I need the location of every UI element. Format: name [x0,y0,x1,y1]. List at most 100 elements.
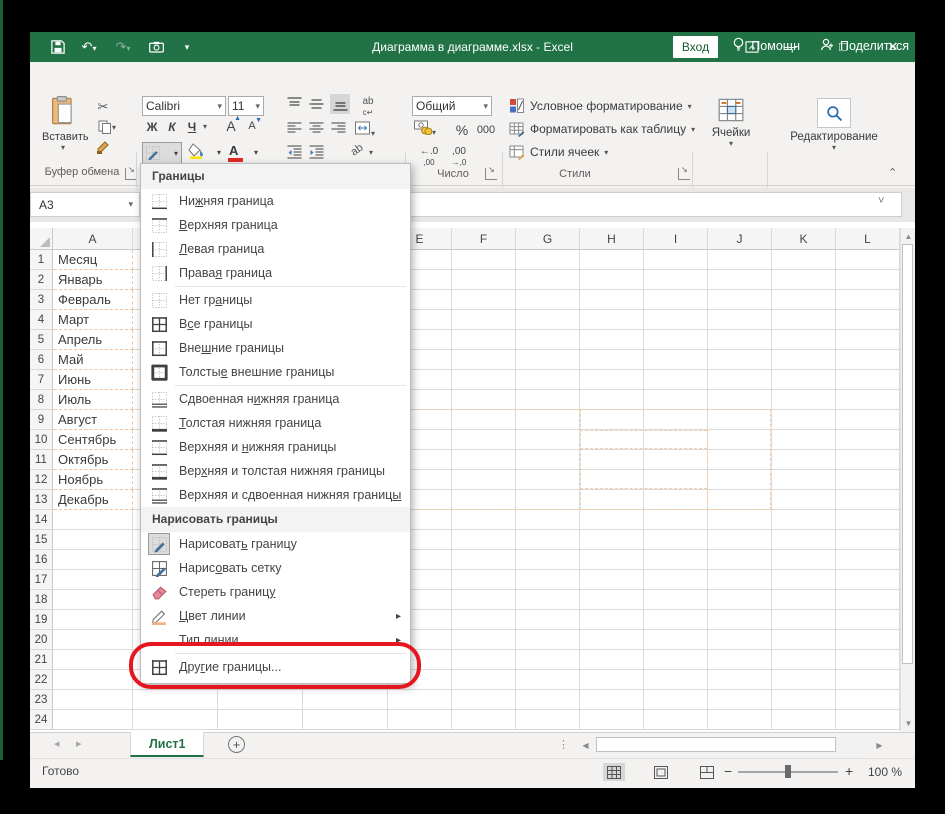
menu-item-border-outside[interactable]: Внешние границы [141,336,410,360]
cell-A11[interactable]: Октябрь [54,450,133,470]
sheet-nav-left-icon[interactable]: ◂ [54,737,60,750]
menu-item-draw-grid[interactable]: Нарисовать сетку [141,556,410,580]
menu-item-border-none[interactable]: Нет границы [141,288,410,312]
menu-item-border-double-bottom[interactable]: Сдвоенная нижняя граница [141,387,410,411]
select-all-corner[interactable] [30,228,53,250]
cell-A1[interactable]: Месяц [54,250,133,270]
increase-decimal-button[interactable]: ←.0,00 [416,146,442,168]
menu-item-border-left[interactable]: Левая граница [141,237,410,261]
accounting-format-button[interactable]: ▾ [414,120,448,140]
zoom-in-button[interactable]: + [845,763,853,779]
menu-item-line-color[interactable]: Цвет линии▸ [141,604,410,628]
cell-styles-button[interactable]: Стили ячеек▾ [509,144,608,160]
row-header-23[interactable]: 23 [30,690,53,710]
cell-A2[interactable]: Январь [54,270,133,290]
font-color-button[interactable]: А ▾ [226,142,260,164]
cell-A4[interactable]: Март [54,310,133,330]
row-header-17[interactable]: 17 [30,570,53,590]
font-size-combo[interactable]: 11▾ [228,96,264,116]
merge-center-button[interactable]: ▾ [354,120,384,141]
row-header-7[interactable]: 7 [30,370,53,390]
zoom-out-button[interactable]: − [724,763,732,779]
bold-button[interactable]: Ж [144,120,160,134]
cell-A7[interactable]: Июнь [54,370,133,390]
row-header-24[interactable]: 24 [30,710,53,730]
column-header-G[interactable]: G [516,228,580,250]
tab-tellme[interactable]: Помощн [751,39,800,53]
row-header-6[interactable]: 6 [30,350,53,370]
underline-button[interactable]: Ч [184,120,200,134]
page-layout-view-button[interactable] [650,763,672,781]
row-header-9[interactable]: 9 [30,410,53,430]
italic-button[interactable]: К [164,120,180,134]
row-header-16[interactable]: 16 [30,550,53,570]
horizontal-scrollbar-thumb[interactable] [596,737,836,752]
align-left-button[interactable] [286,120,303,141]
wrap-text-button[interactable]: abc↵ [356,96,380,118]
decrease-decimal-button[interactable]: ,00→,0 [446,146,472,168]
name-box-dropdown-icon[interactable]: ▾ [128,199,133,210]
menu-item-border-top-thick-bottom[interactable]: Верхняя и толстая нижняя границы [141,459,410,483]
row-header-11[interactable]: 11 [30,450,53,470]
menu-item-draw-border[interactable]: Нарисовать границу [141,532,410,556]
scroll-up-icon[interactable]: ▲ [901,232,915,241]
font-name-combo[interactable]: Calibri▾ [142,96,226,116]
cell-A13[interactable]: Декабрь [54,490,133,510]
column-header-A[interactable]: A [53,228,133,250]
format-as-table-button[interactable]: Форматировать как таблицу▾ [509,121,695,137]
tellme-bulb-icon[interactable] [732,37,745,55]
row-header-8[interactable]: 8 [30,390,53,410]
column-header-K[interactable]: K [772,228,836,250]
row-header-22[interactable]: 22 [30,670,53,690]
row-header-5[interactable]: 5 [30,330,53,350]
page-break-view-button[interactable] [696,763,718,781]
conditional-formatting-button[interactable]: Условное форматирование▾ [509,98,692,114]
sheet-tab[interactable]: Лист1 [130,732,204,757]
row-header-13[interactable]: 13 [30,490,53,510]
grow-font-button[interactable]: А▲ [222,118,240,134]
cut-icon[interactable]: ✂ [92,98,114,116]
borders-dropdown-icon[interactable]: ▾ [174,149,178,158]
row-header-4[interactable]: 4 [30,310,53,330]
menu-item-border-top-bottom[interactable]: Верхняя и нижняя границы [141,435,410,459]
orientation-dropdown-icon[interactable]: ▾ [366,148,376,157]
align-right-button[interactable] [330,120,347,141]
column-header-J[interactable]: J [708,228,772,250]
menu-item-border-bottom[interactable]: Нижняя граница [141,189,410,213]
row-header-2[interactable]: 2 [30,270,53,290]
row-header-21[interactable]: 21 [30,650,53,670]
number-format-combo[interactable]: Общий▾ [412,96,492,116]
menu-item-border-right[interactable]: Правая граница [141,261,410,285]
menu-item-border-thick-bottom[interactable]: Толстая нижняя граница [141,411,410,435]
column-header-I[interactable]: I [644,228,708,250]
hscroll-right-icon[interactable]: ▶ [872,741,887,750]
align-bottom-button[interactable] [330,94,350,114]
vertical-scrollbar-thumb[interactable] [902,244,913,664]
styles-dialog-launcher-icon[interactable] [678,168,690,180]
new-sheet-button[interactable]: + [228,736,245,753]
collapse-ribbon-icon[interactable]: ⌃ [888,166,897,179]
align-top-button[interactable] [286,96,303,117]
cells-button[interactable]: Ячейки ▾ [702,98,760,148]
share-person-icon[interactable] [820,38,834,54]
underline-dropdown-icon[interactable]: ▾ [200,122,210,131]
increase-indent-button[interactable] [308,144,325,165]
cell-A8[interactable]: Июль [54,390,133,410]
column-header-F[interactable]: F [452,228,516,250]
menu-item-border-thick-outside[interactable]: Толстые внешние границы [141,360,410,384]
row-header-12[interactable]: 12 [30,470,53,490]
zoom-slider-thumb[interactable] [785,765,791,778]
row-header-15[interactable]: 15 [30,530,53,550]
row-header-3[interactable]: 3 [30,290,53,310]
menu-item-border-top-double-bottom[interactable]: Верхняя и сдвоенная нижняя границы [141,483,410,507]
row-header-14[interactable]: 14 [30,510,53,530]
scroll-down-icon[interactable]: ▼ [901,719,915,728]
name-box[interactable]: A3 ▾ [30,192,140,217]
align-center-button[interactable] [308,120,325,141]
row-header-19[interactable]: 19 [30,610,53,630]
percent-style-button[interactable]: % [452,122,472,138]
normal-view-button[interactable] [603,763,625,781]
row-header-1[interactable]: 1 [30,250,53,270]
formula-bar-expand-icon[interactable]: ˅ [878,195,884,207]
sheet-nav-right-icon[interactable]: ▸ [76,737,82,750]
